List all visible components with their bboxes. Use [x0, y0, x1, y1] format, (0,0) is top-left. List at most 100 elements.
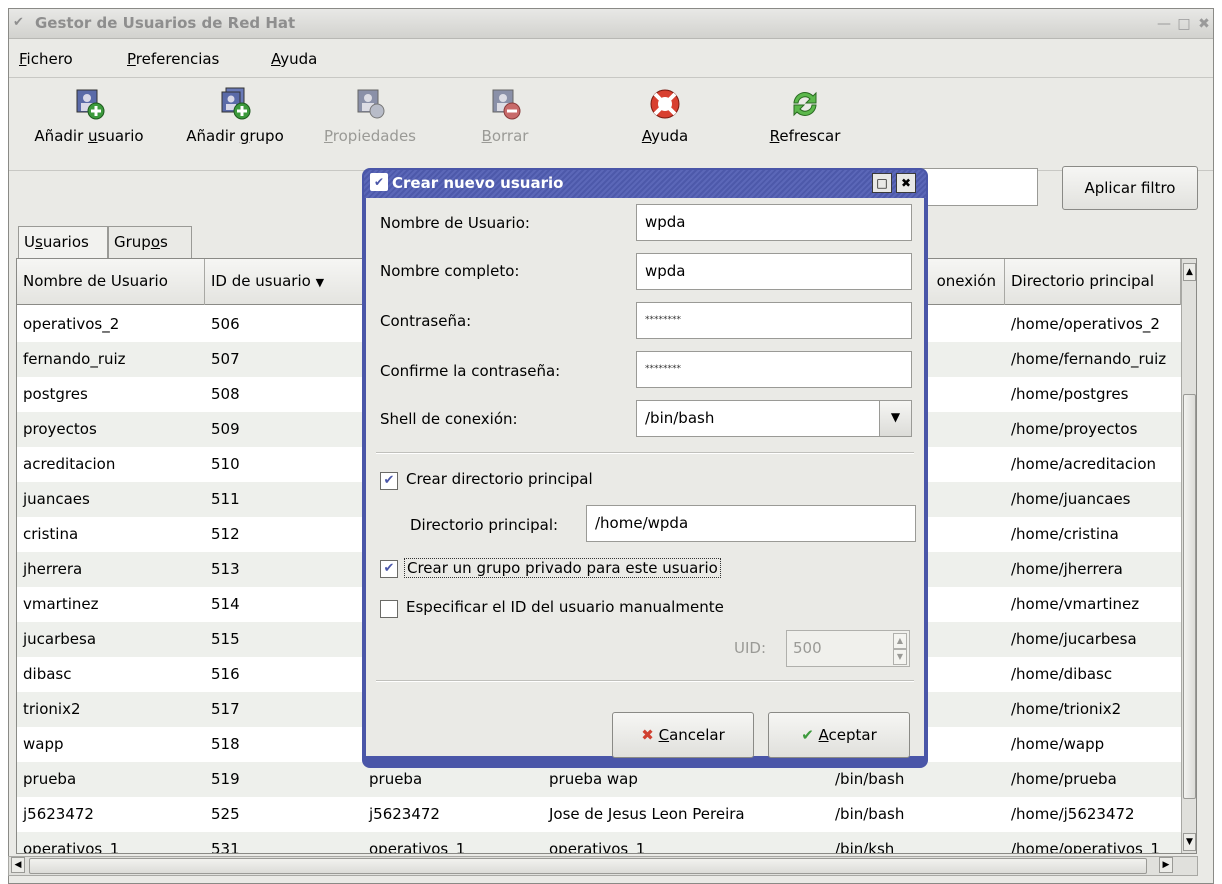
window-menu-icon[interactable]: ✔: [13, 15, 31, 33]
table-cell: jucarbesa: [23, 630, 97, 648]
dialog-close-icon[interactable]: ✖: [896, 173, 916, 193]
table-cell: /home/prueba: [1011, 770, 1117, 788]
dialog-menu-icon[interactable]: ✔: [370, 173, 388, 191]
add-group-button[interactable]: Añadir grupo: [175, 87, 295, 145]
table-row[interactable]: operativos_1 531 operativos_1 operativos_1 /…: [17, 832, 1181, 854]
add-user-button[interactable]: Añadir usuario: [19, 87, 159, 145]
table-cell: /home/proyectos: [1011, 420, 1138, 438]
table-cell: 513: [211, 560, 240, 578]
close-icon[interactable]: ✖: [1195, 15, 1213, 33]
home-dir-field[interactable]: /home/wpda: [586, 505, 916, 542]
manual-uid-label[interactable]: Especificar el ID del usuario manualment…: [406, 598, 724, 616]
column-header-uid[interactable]: ID de usuario ▼: [205, 259, 363, 305]
table-cell: 514: [211, 595, 240, 613]
table-cell: vmartinez: [23, 595, 99, 613]
scroll-right-icon[interactable]: ▶: [1159, 857, 1173, 873]
table-cell: operativos_2: [23, 315, 120, 333]
apply-filter-button[interactable]: Aplicar filtro: [1062, 166, 1198, 210]
table-row[interactable]: j5623472 525 j5623472 Jose de Jesus Leon Pe…: [17, 797, 1181, 832]
accept-button[interactable]: ✔ Aceptar: [768, 712, 910, 758]
table-cell: 515: [211, 630, 240, 648]
username-field[interactable]: wpda: [636, 204, 912, 241]
scroll-down-icon[interactable]: ▼: [1183, 833, 1196, 851]
vertical-scroll-thumb[interactable]: [1183, 394, 1196, 799]
table-cell: /home/postgres: [1011, 385, 1129, 403]
separator: [376, 452, 914, 454]
table-cell: juancaes: [23, 490, 90, 508]
scroll-up-icon[interactable]: ▲: [1183, 263, 1196, 281]
minimize-icon[interactable]: —: [1155, 15, 1173, 33]
maximize-icon[interactable]: □: [1175, 15, 1193, 33]
password-field[interactable]: ********: [636, 302, 912, 339]
table-cell: j5623472: [23, 805, 94, 823]
tab-users[interactable]: Usuarios: [18, 226, 108, 258]
table-cell: fernando_ruiz: [23, 350, 126, 368]
properties-icon: [357, 89, 385, 119]
table-cell: cristina: [23, 525, 79, 543]
shell-label: Shell de conexión:: [380, 410, 518, 428]
table-cell: proyectos: [23, 420, 97, 438]
spin-down-icon[interactable]: ▼: [893, 649, 907, 665]
dialog-body: Nombre de Usuario: wpda Nombre completo:…: [366, 198, 924, 758]
properties-button[interactable]: Propiedades: [315, 87, 425, 145]
table-cell: /bin/ksh: [835, 840, 895, 854]
table-cell: /home/trionix2: [1011, 700, 1122, 718]
toolbar: Añadir usuario Añadir grupo Propiedades: [9, 79, 1213, 171]
refresh-icon: [793, 91, 817, 117]
table-cell: jherrera: [23, 560, 83, 578]
table-cell: prueba: [23, 770, 77, 788]
dialog-maximize-icon[interactable]: □: [872, 173, 892, 193]
table-cell: 516: [211, 665, 240, 683]
manual-uid-checkbox[interactable]: [380, 600, 398, 618]
shell-combobox[interactable]: /bin/bash ▼: [636, 400, 912, 437]
title-bar[interactable]: ✔ Gestor de Usuarios de Red Hat — □ ✖: [9, 9, 1213, 39]
table-cell: postgres: [23, 385, 88, 403]
add-user-icon: [76, 89, 105, 120]
delete-button[interactable]: Borrar: [465, 87, 545, 145]
menu-ayuda[interactable]: Ayuda: [271, 50, 317, 68]
filter-input[interactable]: [918, 168, 1038, 206]
table-cell: operativos_1: [549, 840, 646, 854]
shell-value: /bin/bash: [645, 409, 715, 427]
create-user-dialog: ✔ Crear nuevo usuario □ ✖ Nombre de Usua…: [362, 168, 928, 768]
dialog-title: Crear nuevo usuario: [392, 174, 564, 192]
column-header-home[interactable]: Directorio principal: [1005, 259, 1181, 305]
menu-fichero[interactable]: Fichero: [19, 50, 73, 68]
table-cell: 519: [211, 770, 240, 788]
fullname-field[interactable]: wpda: [636, 253, 912, 290]
add-group-icon: [221, 87, 251, 120]
spin-up-icon[interactable]: ▲: [893, 633, 907, 649]
window-title: Gestor de Usuarios de Red Hat: [35, 14, 296, 32]
table-cell: /bin/bash: [835, 805, 905, 823]
vertical-scrollbar[interactable]: ▲ ▼: [1181, 259, 1196, 853]
chevron-down-icon[interactable]: ▼: [879, 401, 911, 436]
horizontal-scroll-thumb[interactable]: [29, 858, 1147, 874]
password-label: Contraseña:: [380, 312, 472, 330]
table-cell: 507: [211, 350, 240, 368]
tab-groups[interactable]: Grupos: [108, 226, 192, 258]
dialog-title-bar[interactable]: ✔ Crear nuevo usuario □ ✖: [364, 170, 926, 198]
table-cell: /home/j5623472: [1011, 805, 1135, 823]
table-cell: 525: [211, 805, 240, 823]
cancel-button[interactable]: ✖ Cancelar: [612, 712, 754, 758]
horizontal-scrollbar[interactable]: ◀ ▶: [8, 856, 1198, 876]
table-cell: 517: [211, 700, 240, 718]
table-cell: /home/juancaes: [1011, 490, 1131, 508]
create-home-checkbox[interactable]: ✔: [380, 472, 398, 490]
private-group-label[interactable]: Crear un grupo privado para este usuario: [404, 558, 721, 578]
table-cell: acreditacion: [23, 455, 116, 473]
refresh-button[interactable]: Refrescar: [755, 87, 855, 145]
create-home-label[interactable]: Crear directorio principal: [406, 470, 593, 488]
confirm-password-field[interactable]: ********: [636, 351, 912, 388]
uid-spinbox[interactable]: 500 ▲ ▼: [786, 630, 910, 667]
table-cell: /home/operativos_2: [1011, 315, 1160, 333]
table-cell: /home/cristina: [1011, 525, 1119, 543]
table-cell: /home/wapp: [1011, 735, 1105, 753]
cancel-icon: ✖: [641, 726, 654, 744]
help-button[interactable]: Ayuda: [625, 87, 705, 145]
scroll-left-icon[interactable]: ◀: [11, 857, 25, 873]
column-header-username[interactable]: Nombre de Usuario: [17, 259, 205, 305]
table-cell: j5623472: [369, 805, 440, 823]
private-group-checkbox[interactable]: ✔: [380, 560, 398, 578]
menu-preferencias[interactable]: Preferencias: [127, 50, 219, 68]
